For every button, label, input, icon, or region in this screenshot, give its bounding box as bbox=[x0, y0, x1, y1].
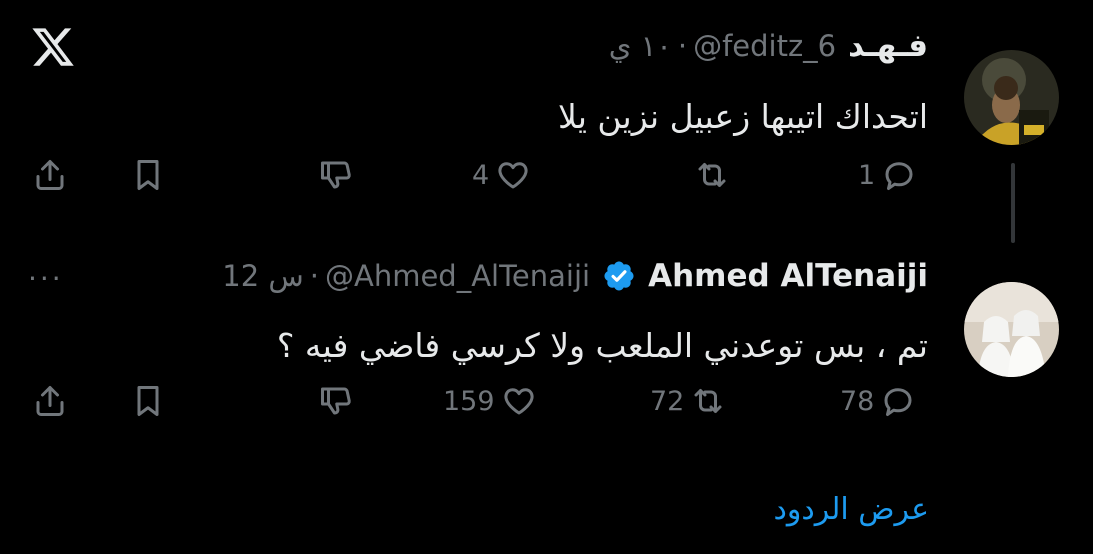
thumbs-down-icon bbox=[321, 161, 351, 189]
avatar-image bbox=[964, 282, 1059, 377]
more-options-button[interactable]: ··· bbox=[28, 262, 64, 295]
tweet-time[interactable]: 12 س bbox=[222, 259, 304, 293]
share-icon bbox=[36, 386, 64, 416]
retweet-icon bbox=[698, 163, 726, 187]
tweet-text: اتحداك اتيبها زعبيل نزين يلا bbox=[558, 97, 928, 136]
display-name[interactable]: Ahmed AlTenaiji bbox=[648, 258, 928, 294]
thumbs-down-icon bbox=[321, 387, 351, 415]
user-handle[interactable]: @feditz_6 bbox=[693, 29, 836, 63]
like-count: 159 bbox=[443, 385, 495, 417]
heart-icon bbox=[503, 388, 534, 415]
like-button[interactable]: 4 bbox=[472, 150, 531, 200]
avatar-ahmed[interactable] bbox=[964, 282, 1059, 377]
display-name[interactable]: فـهـد bbox=[848, 28, 928, 64]
tweet-actions: 78 72 159 bbox=[0, 376, 1093, 426]
retweet-button[interactable]: 72 bbox=[650, 376, 726, 426]
retweet-icon bbox=[694, 389, 722, 413]
user-handle[interactable]: @Ahmed_AlTenaiji bbox=[325, 259, 590, 293]
share-button[interactable] bbox=[32, 150, 68, 200]
tweet-time[interactable]: ١٠ ي bbox=[609, 29, 672, 63]
retweet-count: 72 bbox=[650, 385, 685, 417]
reply-icon bbox=[885, 162, 913, 190]
x-logo-icon[interactable] bbox=[30, 24, 76, 70]
show-replies-link[interactable]: عرض الردود bbox=[774, 492, 930, 527]
reply-icon bbox=[884, 388, 912, 416]
tweet-header: 12 س · @Ahmed_AlTenaiji Ahmed AlTenaiji bbox=[222, 258, 928, 294]
bookmark-button[interactable] bbox=[130, 150, 166, 200]
heart-icon bbox=[498, 162, 528, 189]
reply-button[interactable]: 1 bbox=[858, 150, 917, 200]
avatar-image bbox=[964, 50, 1059, 145]
share-button[interactable] bbox=[32, 376, 68, 426]
share-icon bbox=[36, 160, 64, 190]
like-count: 4 bbox=[472, 159, 490, 191]
downvote-button[interactable] bbox=[318, 376, 354, 426]
separator-dot: · bbox=[677, 29, 688, 63]
separator-dot: · bbox=[309, 259, 319, 293]
like-button[interactable]: 159 bbox=[443, 376, 537, 426]
bookmark-button[interactable] bbox=[130, 376, 166, 426]
reply-button[interactable]: 78 bbox=[840, 376, 916, 426]
bookmark-icon bbox=[137, 386, 159, 416]
tweet-text: تم ، بس توعدني الملعب ولا كرسي فاضي فيه … bbox=[276, 326, 928, 365]
verified-badge-icon[interactable] bbox=[602, 259, 636, 293]
reply-count: 1 bbox=[858, 159, 876, 191]
avatar-feditz[interactable] bbox=[964, 50, 1059, 145]
bookmark-icon bbox=[137, 160, 159, 190]
reply-count: 78 bbox=[840, 385, 875, 417]
tweet-actions: 1 4 bbox=[0, 150, 1093, 200]
downvote-button[interactable] bbox=[318, 150, 354, 200]
retweet-button[interactable] bbox=[694, 150, 730, 200]
tweet-header: ١٠ ي · @feditz_6 فـهـد bbox=[609, 28, 928, 64]
